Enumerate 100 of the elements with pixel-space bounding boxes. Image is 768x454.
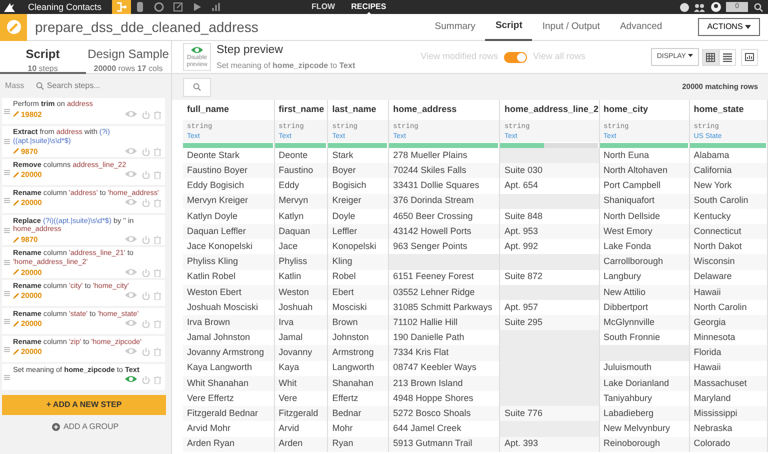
header-tab[interactable]: Input / Output bbox=[532, 14, 610, 40]
table-cell: Phyliss bbox=[274, 254, 328, 270]
column-header[interactable]: full_name bbox=[183, 100, 274, 120]
drag-handle-icon[interactable] bbox=[4, 290, 10, 296]
power-icon[interactable] bbox=[142, 110, 150, 119]
drag-handle-icon[interactable] bbox=[4, 318, 10, 324]
pencil-icon bbox=[13, 148, 19, 154]
table-cell: Bednar bbox=[328, 406, 389, 422]
avatar-icon[interactable] bbox=[710, 2, 721, 12]
preview-title: Step preview bbox=[216, 43, 284, 58]
table-cell: Arden bbox=[274, 436, 328, 452]
trash-icon[interactable] bbox=[154, 376, 161, 384]
table-cell: Kreiger bbox=[328, 194, 389, 209]
add-step-button[interactable]: + ADD A NEW STEP bbox=[2, 394, 166, 414]
eye-icon[interactable] bbox=[124, 318, 138, 328]
table-cell: 213 Brown Island bbox=[388, 376, 500, 391]
header-tab[interactable]: Script bbox=[485, 14, 532, 40]
chart-button[interactable] bbox=[741, 48, 758, 66]
table-cell: Irva bbox=[274, 315, 328, 330]
search-icon[interactable] bbox=[754, 2, 762, 12]
caret-icon bbox=[688, 54, 693, 58]
trash-icon[interactable] bbox=[154, 236, 161, 244]
table-cell: Mervyn bbox=[274, 194, 328, 209]
column-header[interactable]: home_address bbox=[388, 100, 500, 120]
power-icon[interactable] bbox=[142, 376, 150, 384]
eye-icon[interactable] bbox=[124, 234, 138, 244]
trash-icon[interactable] bbox=[154, 110, 161, 119]
table-cell: North Altohaven bbox=[599, 163, 690, 178]
column-header[interactable]: last_name bbox=[328, 100, 389, 120]
step-search-field[interactable]: Search steps... bbox=[46, 80, 167, 92]
power-icon[interactable] bbox=[142, 320, 150, 328]
eye-icon[interactable] bbox=[124, 146, 138, 156]
table-cell: Wisconsin bbox=[689, 254, 768, 270]
drag-handle-icon[interactable] bbox=[4, 109, 10, 114]
eye-icon[interactable] bbox=[124, 197, 138, 208]
project-name[interactable]: Cleaning Contacts bbox=[18, 0, 112, 14]
nav-tab[interactable]: RECIPES bbox=[343, 0, 394, 14]
chart-icon bbox=[210, 1, 222, 13]
power-icon[interactable] bbox=[142, 236, 150, 244]
eye-icon[interactable] bbox=[124, 374, 138, 384]
toolbar-button[interactable] bbox=[112, 0, 131, 14]
drag-handle-icon[interactable] bbox=[4, 139, 10, 144]
trash-icon[interactable] bbox=[154, 320, 161, 328]
power-icon[interactable] bbox=[142, 199, 150, 208]
table-cell: Ryan bbox=[328, 436, 389, 452]
table-cell: Whit Shanahan bbox=[183, 376, 274, 391]
power-icon[interactable] bbox=[142, 268, 150, 276]
add-group-button[interactable]: ADD A GROUP bbox=[46, 420, 125, 434]
rows-toggle[interactable] bbox=[504, 52, 527, 62]
pencil-icon bbox=[13, 292, 19, 299]
help-icon[interactable] bbox=[680, 2, 689, 12]
drag-handle-icon[interactable] bbox=[4, 346, 10, 352]
people-icon[interactable] bbox=[694, 2, 706, 12]
table-cell: Boyer bbox=[328, 163, 389, 178]
drag-handle-icon[interactable] bbox=[4, 170, 10, 174]
table-cell: Fitzgerald Bednar bbox=[183, 406, 274, 422]
nav-tab[interactable]: FLOW bbox=[304, 0, 344, 14]
panel-tab[interactable]: Design Sample 20000 rows 17 cols bbox=[86, 41, 171, 74]
drag-handle-icon[interactable] bbox=[4, 198, 10, 202]
column-header[interactable]: first_name bbox=[274, 100, 328, 120]
play-icon bbox=[191, 1, 204, 13]
eye-icon[interactable] bbox=[124, 108, 138, 119]
table-search-field[interactable] bbox=[183, 78, 211, 96]
table-cell: Leffler bbox=[328, 224, 389, 240]
power-icon[interactable] bbox=[142, 348, 150, 356]
header-tab[interactable]: Summary bbox=[424, 14, 486, 40]
drag-handle-icon[interactable] bbox=[4, 374, 10, 380]
caret-icon bbox=[745, 24, 751, 29]
table-cell: 5913 Gutmann Trail bbox=[388, 436, 500, 452]
trash-icon[interactable] bbox=[154, 292, 161, 300]
column-header[interactable]: home_address_line_2 bbox=[500, 100, 600, 120]
header-tab[interactable]: Advanced bbox=[610, 14, 672, 40]
eye-icon[interactable] bbox=[124, 290, 138, 300]
eye-icon[interactable] bbox=[124, 346, 138, 356]
view-toggle-button[interactable] bbox=[702, 48, 718, 66]
trash-icon[interactable] bbox=[154, 348, 161, 356]
power-icon[interactable] bbox=[142, 171, 150, 180]
panel-tab[interactable]: Script 10 steps bbox=[0, 41, 86, 74]
table-cell: Phyliss Kling bbox=[183, 254, 274, 270]
table-cell: Armstrong bbox=[328, 345, 389, 361]
drag-handle-icon[interactable] bbox=[4, 260, 10, 266]
table-cell: McGlynnville bbox=[599, 315, 690, 330]
eye-icon[interactable] bbox=[124, 169, 138, 180]
eye-icon[interactable] bbox=[124, 266, 138, 276]
trash-icon[interactable] bbox=[154, 171, 161, 180]
power-icon[interactable] bbox=[142, 292, 150, 300]
trash-icon[interactable] bbox=[154, 199, 161, 208]
actions-button[interactable]: ACTIONS bbox=[698, 18, 760, 36]
trash-icon[interactable] bbox=[154, 268, 161, 276]
drag-handle-icon[interactable] bbox=[4, 228, 10, 233]
view-toggle-button[interactable] bbox=[718, 48, 736, 66]
table-cell: West Emory bbox=[599, 224, 690, 240]
pencil-icon bbox=[13, 111, 19, 118]
column-header[interactable]: home_city bbox=[599, 100, 690, 120]
table-cell: Daquan Leffler bbox=[183, 224, 274, 240]
flow-icon bbox=[115, 1, 128, 13]
table-cell: Suite 295 bbox=[500, 315, 600, 330]
trash-icon[interactable] bbox=[154, 148, 161, 156]
column-header[interactable]: home_state bbox=[689, 100, 768, 120]
power-icon[interactable] bbox=[142, 148, 150, 156]
